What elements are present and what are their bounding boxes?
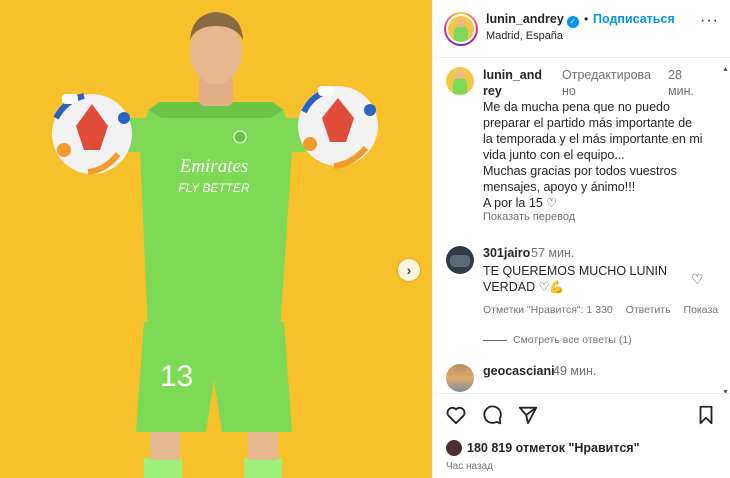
jersey-sponsor: Emirates [179,156,249,177]
post-media[interactable]: Emirates FLY BETTER 13 › [0,0,432,478]
jersey-sponsor-tagline: FLY BETTER [178,181,250,195]
comment-username[interactable]: 301jairo [483,246,530,260]
share-icon[interactable] [517,404,539,426]
caption-line: preparar el partido más importante de [483,116,693,130]
header-separator: • [584,12,589,26]
caption-username[interactable]: lunin_andrey [483,67,543,99]
caption-line-last: A por la 15 ♡ [483,196,558,210]
comment-username[interactable]: geocasciani [483,364,555,378]
caption-avatar[interactable] [446,67,474,95]
heart-emoji-icon: ♡ [538,280,550,294]
comments-scrollbar[interactable]: ▲ ▼ [722,66,729,396]
location-link[interactable]: Madrid, España [486,30,563,42]
post-timestamp[interactable]: Час назад [446,461,493,472]
reply-button[interactable]: Ответить [626,304,671,316]
caption-time: 28 мин. [668,68,694,98]
caption-line: la temporada y el más importante en mi [483,132,703,146]
heart-emoji-icon: ♡ [546,196,558,210]
post-header: lunin_andrey ✓ • Подписаться Madrid, Espa… [433,0,730,58]
player-photo: Emirates FLY BETTER 13 [0,0,432,478]
comment-likes-count[interactable]: Отметки "Нравится": 1 330 [483,304,613,316]
action-bar [433,404,730,430]
comment-time: 49 мин. [553,364,597,378]
comment-icon[interactable] [481,404,503,426]
more-options-button[interactable]: ··· [700,12,719,30]
comment-line: TE QUEREMOS MUCHO LUNIN [483,264,668,278]
verified-icon: ✓ [566,15,579,28]
author-username[interactable]: lunin_andrey [486,12,564,26]
post-panel: lunin_andrey ✓ • Подписаться Madrid, Espa… [432,0,730,478]
author-name-wrap: lunin_andrey ✓ [486,12,579,28]
caption-text: Me da mucha pena que no puedo preparar e… [483,99,715,211]
author-avatar[interactable] [444,12,478,46]
replies-label: Смотреть все ответы (1) [513,334,632,346]
comment-meta: Отметки "Нравится": 1 330 Ответить Показ… [483,304,728,316]
follow-button[interactable]: Подписаться [593,12,675,26]
flexed-biceps-icon: 💪 [549,280,565,294]
right-ball [298,86,378,169]
chevron-right-icon: › [406,262,412,278]
comments-list[interactable]: lunin_andrey Отредактирова но 28 мин. Me… [433,59,730,393]
liker-avatar[interactable] [446,440,462,456]
caption-line: Muchas gracias por todos vuestros [483,164,677,178]
comment-time: 57 мин. [531,246,575,260]
bookmark-icon[interactable] [695,404,717,426]
shorts-number: 13 [160,360,193,393]
comment-like-heart-icon[interactable]: ♡ [691,271,704,288]
caption-line: vida junto con el equipo... [483,148,625,162]
comment-avatar[interactable] [446,364,474,392]
scroll-up-icon[interactable]: ▲ [722,66,729,73]
comment-text: TE QUEREMOS MUCHO LUNIN VERDAD ♡💪 [483,263,693,295]
caption-line: Me da mucha pena que no puedo [483,100,670,114]
comment-line: VERDAD ♡💪 [483,280,565,294]
replies-divider [483,339,507,341]
caption-line: mensajes, apoyo y ánimo!!! [483,180,636,194]
show-translation-button[interactable]: Показать перевод [483,211,575,223]
comment-avatar[interactable] [446,246,474,274]
heart-icon[interactable] [445,404,467,426]
divider [433,393,730,394]
next-image-button[interactable]: › [398,259,420,281]
show-button[interactable]: Показа [684,304,719,316]
edited-label: Отредактирова но [562,68,651,98]
view-replies-button[interactable]: Смотреть все ответы (1) [483,334,632,346]
likes-count[interactable]: 180 819 отметок "Нравится" [467,441,640,455]
left-ball [52,93,132,175]
